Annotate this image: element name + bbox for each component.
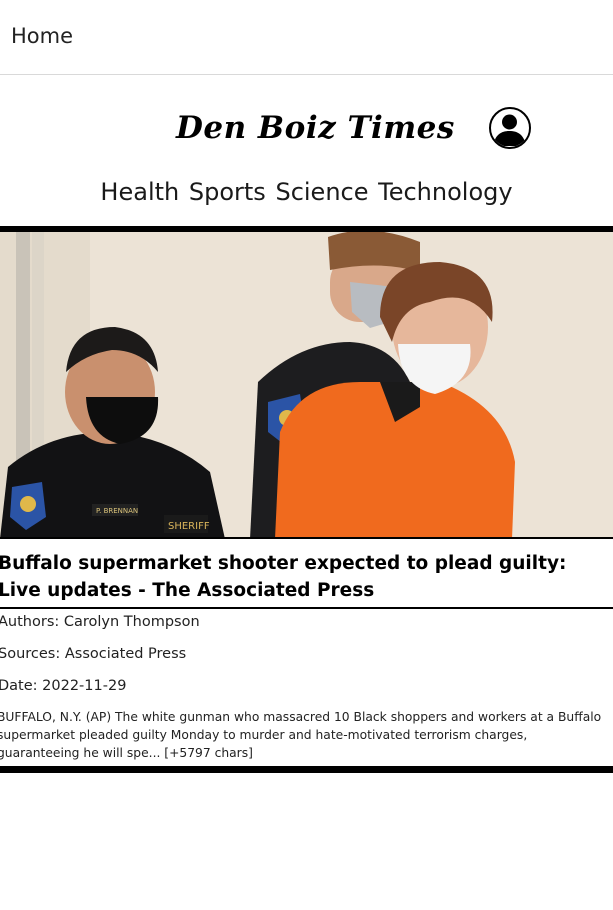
article-card[interactable]: P. BRENNAN SHERIFF Buffalo supermarket s…: [0, 226, 613, 773]
article-sources: Sources: Associated Press: [0, 646, 187, 662]
article-headline[interactable]: Buffalo supermarket shooter expected to …: [0, 550, 610, 604]
site-title[interactable]: Den Boiz Times: [176, 110, 455, 146]
nav-health[interactable]: Health: [100, 178, 179, 206]
top-bar: Home: [0, 0, 613, 75]
article-image[interactable]: P. BRENNAN SHERIFF: [0, 232, 613, 539]
headline-divider: [0, 607, 613, 609]
nav-science[interactable]: Science: [275, 178, 368, 206]
user-circle-icon: [493, 114, 526, 146]
home-link[interactable]: Home: [11, 24, 73, 48]
profile-button[interactable]: [489, 107, 531, 149]
image-sheriff-tag: SHERIFF: [168, 521, 210, 532]
masthead: Den Boiz Times: [0, 100, 613, 160]
image-name-tag: P. BRENNAN: [96, 507, 138, 515]
category-nav: Health Sports Science Technology: [0, 178, 613, 206]
article-date: Date: 2022-11-29: [0, 678, 127, 694]
nav-technology[interactable]: Technology: [378, 178, 512, 206]
article-summary: BUFFALO, N.Y. (AP) The white gunman who …: [0, 710, 602, 760]
nav-sports[interactable]: Sports: [189, 178, 266, 206]
article-authors: Authors: Carolyn Thompson: [0, 614, 200, 630]
